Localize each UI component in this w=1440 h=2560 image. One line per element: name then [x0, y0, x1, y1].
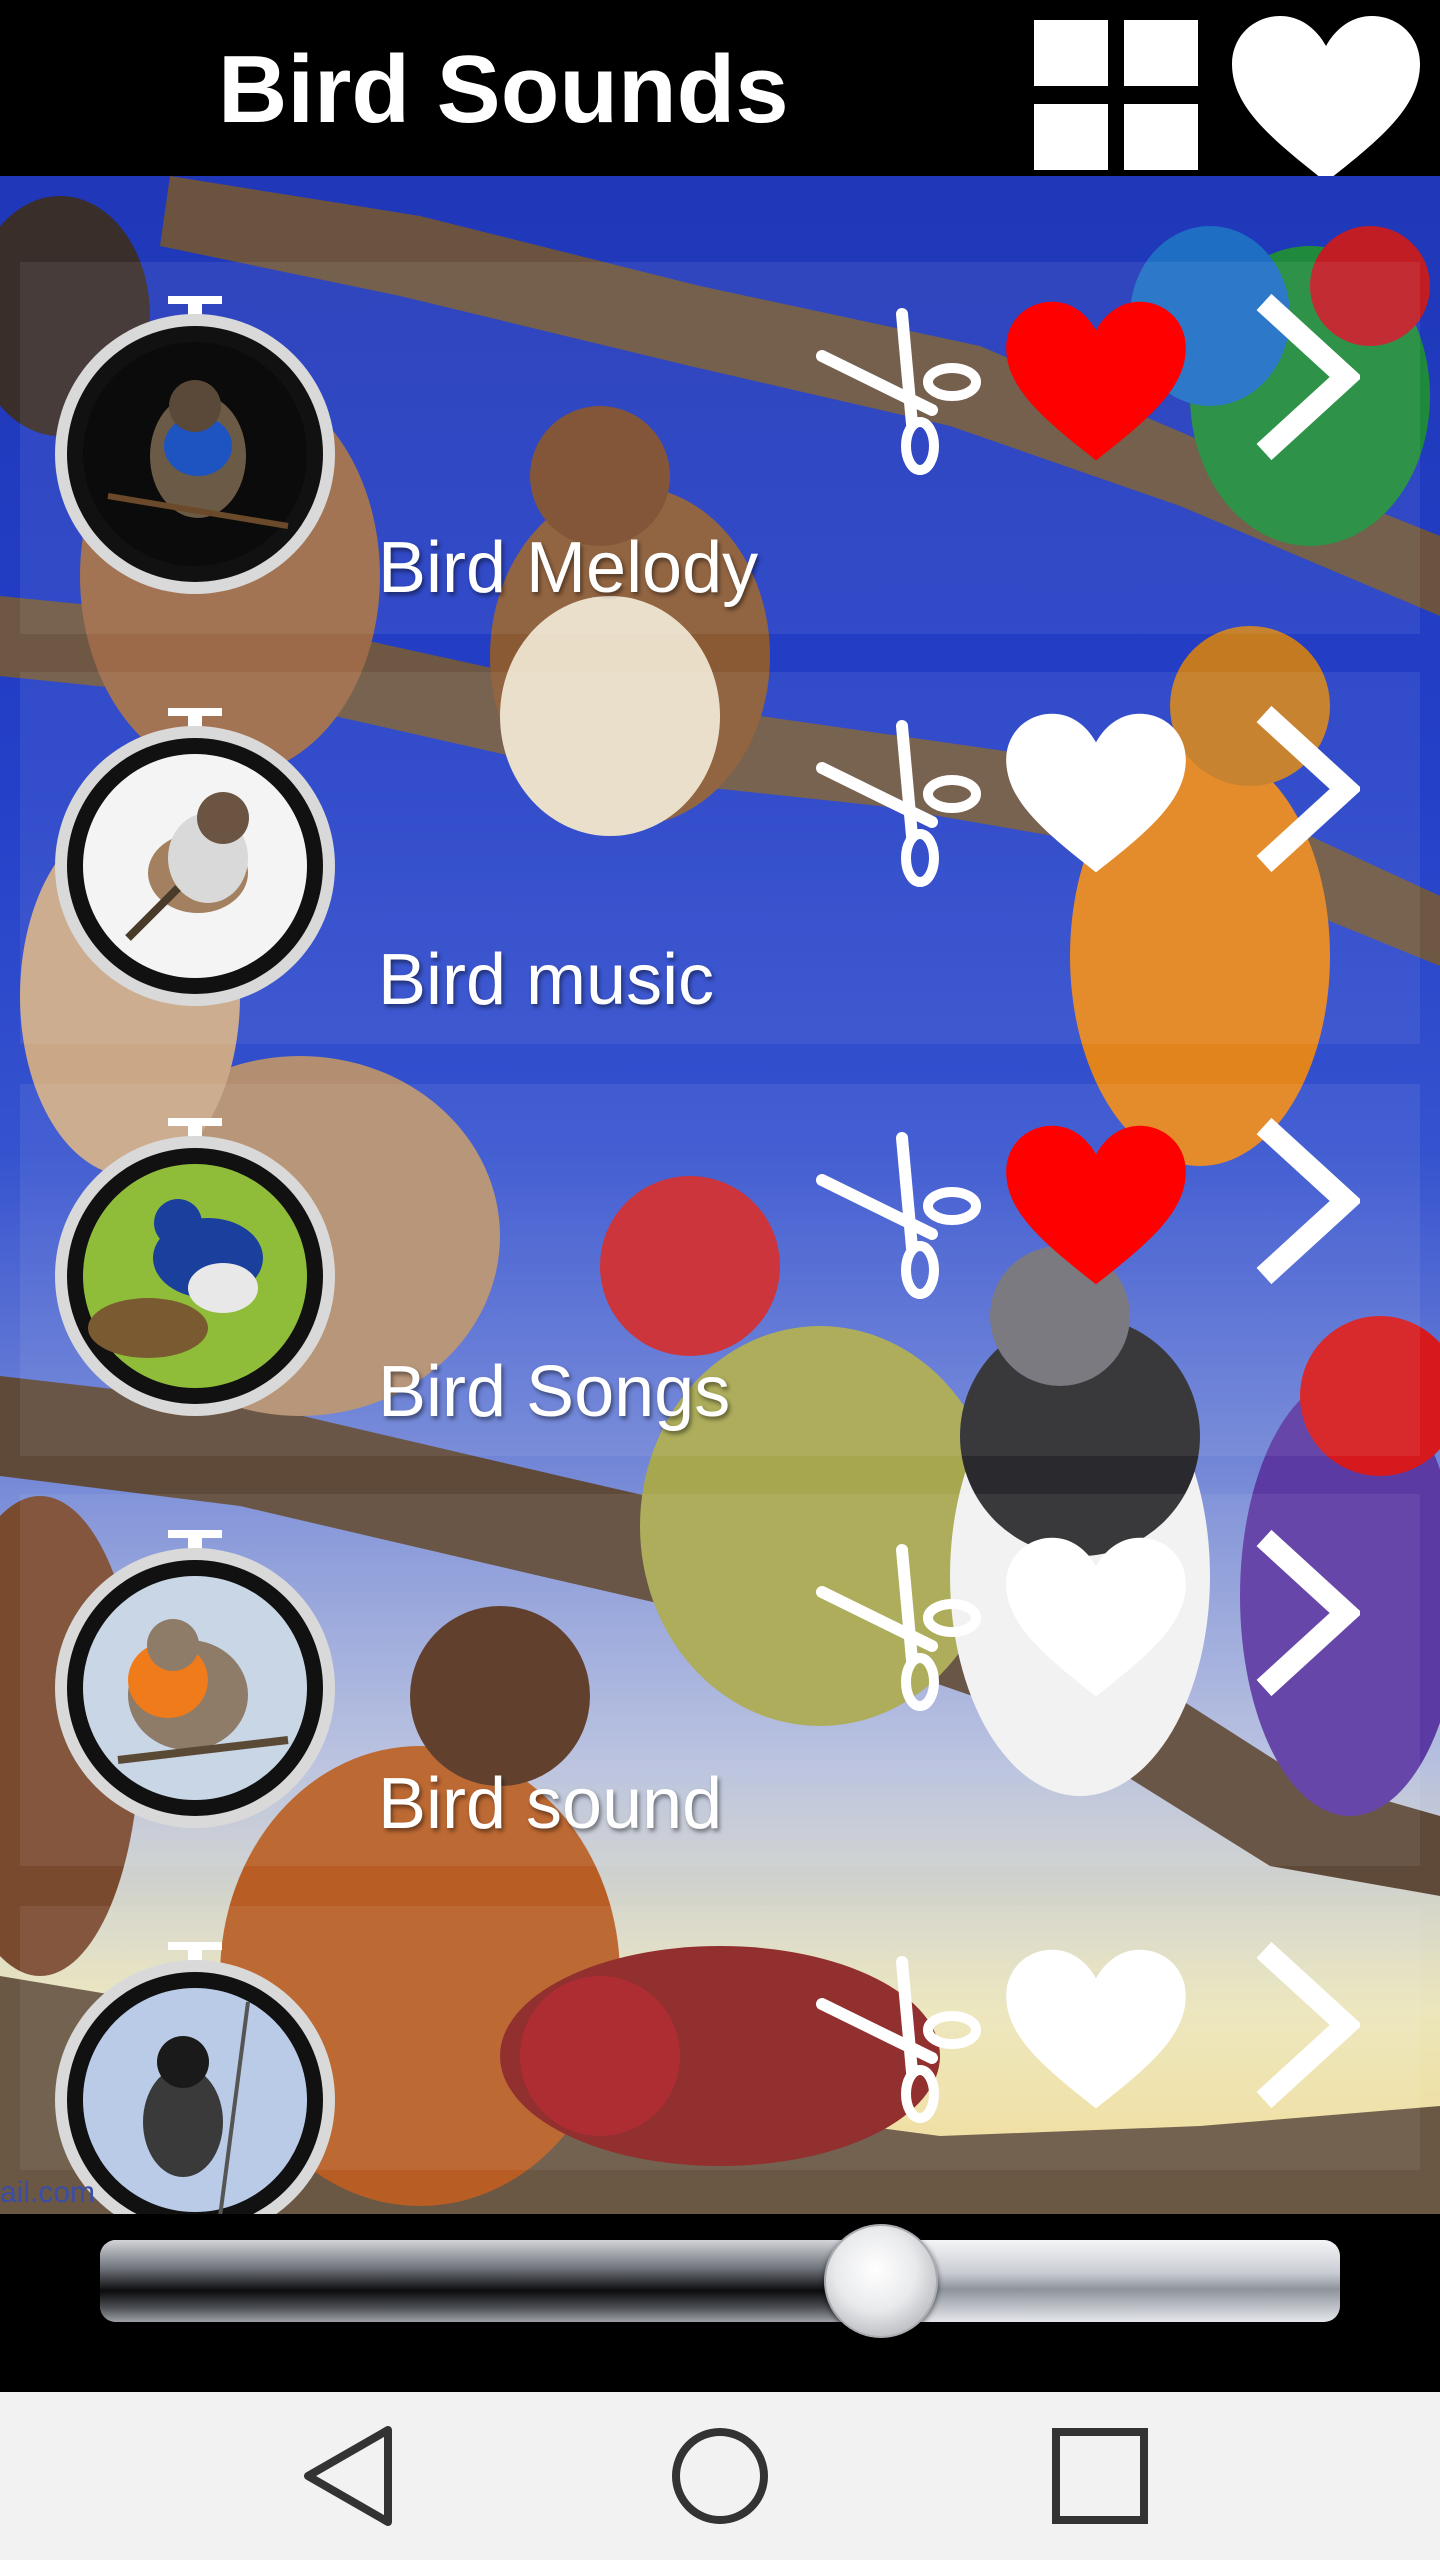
watermark-text: ail.com	[0, 2176, 96, 2209]
chevron-right-icon[interactable]	[1250, 292, 1360, 462]
scissors-icon[interactable]	[812, 1952, 988, 2128]
app-title: Bird Sounds	[218, 36, 789, 143]
scissors-icon[interactable]	[812, 1128, 988, 1304]
bird-thumbnail[interactable]	[48, 296, 342, 594]
app-bar: Bird Sounds	[0, 0, 1440, 182]
favorite-heart-icon[interactable]	[1000, 1532, 1192, 1704]
app-screen: Bird Sounds Bird Melody Bird music Bird …	[0, 0, 1440, 2560]
chevron-right-icon[interactable]	[1250, 704, 1360, 874]
chevron-right-icon[interactable]	[1250, 1116, 1360, 1286]
bird-thumbnail[interactable]	[48, 708, 342, 1006]
bird-thumbnail[interactable]	[48, 1118, 342, 1416]
recents-square-icon[interactable]	[1040, 2420, 1160, 2532]
grid-icon[interactable]	[1034, 20, 1200, 176]
sound-label: Bird music	[378, 940, 715, 1020]
favorite-heart-icon[interactable]	[1000, 296, 1192, 468]
scissors-icon[interactable]	[812, 716, 988, 892]
home-circle-icon[interactable]	[660, 2420, 780, 2532]
seek-progress	[100, 2240, 882, 2322]
favorite-heart-icon[interactable]	[1000, 708, 1192, 880]
scissors-icon[interactable]	[812, 1540, 988, 1716]
sound-label: Bird Melody	[378, 528, 759, 608]
favorite-heart-icon[interactable]	[1000, 1944, 1192, 2116]
favorites-heart-icon[interactable]	[1226, 10, 1426, 190]
chevron-right-icon[interactable]	[1250, 1940, 1360, 2110]
sound-label: Bird Songs	[378, 1352, 731, 1432]
favorite-heart-icon[interactable]	[1000, 1120, 1192, 1292]
bird-thumbnail[interactable]	[48, 1530, 342, 1828]
seek-thumb[interactable]	[824, 2224, 939, 2338]
sound-label: Bird sound	[378, 1764, 723, 1844]
scissors-icon[interactable]	[812, 304, 988, 480]
chevron-right-icon[interactable]	[1250, 1528, 1360, 1698]
back-triangle-icon[interactable]	[292, 2420, 412, 2532]
